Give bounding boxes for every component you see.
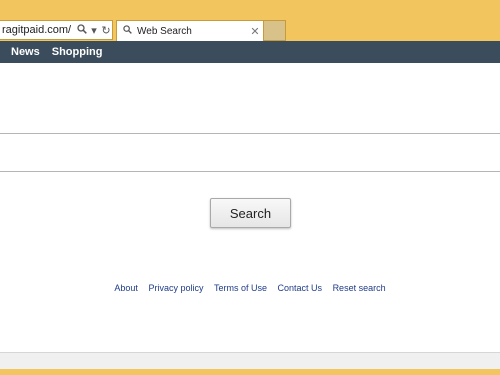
chevron-down-icon[interactable]: ▾	[88, 24, 100, 37]
footer-link-terms[interactable]: Terms of Use	[214, 283, 267, 293]
address-url[interactable]: ragitpaid.com/	[2, 24, 76, 36]
new-tab-button[interactable]	[264, 20, 286, 41]
footer-link-reset[interactable]: Reset search	[333, 283, 386, 293]
footer-links: About Privacy policy Terms of Use Contac…	[0, 283, 500, 293]
nav-item-news[interactable]: News	[11, 46, 40, 58]
browser-chrome: ragitpaid.com/ ▾ ↻ Web Search ✕	[0, 0, 500, 41]
footer-link-about[interactable]: About	[114, 283, 138, 293]
tab-title: Web Search	[137, 25, 192, 37]
address-bar[interactable]: ragitpaid.com/ ▾ ↻	[0, 20, 113, 40]
search-box	[0, 133, 500, 172]
page-content: Search About Privacy policy Terms of Use…	[0, 63, 500, 369]
nav-bar: News Shopping	[0, 41, 500, 63]
status-bar	[0, 352, 500, 369]
search-icon	[123, 25, 132, 37]
search-button[interactable]: Search	[210, 198, 291, 228]
footer-link-privacy[interactable]: Privacy policy	[148, 283, 203, 293]
browser-tab[interactable]: Web Search ✕	[116, 20, 264, 41]
refresh-icon[interactable]: ↻	[100, 24, 112, 37]
close-icon[interactable]: ✕	[247, 25, 263, 38]
search-input[interactable]	[0, 134, 500, 171]
bottom-frame	[0, 369, 500, 375]
footer-link-contact[interactable]: Contact Us	[278, 283, 323, 293]
nav-item-shopping[interactable]: Shopping	[52, 46, 103, 58]
magnifier-icon[interactable]	[76, 23, 88, 37]
